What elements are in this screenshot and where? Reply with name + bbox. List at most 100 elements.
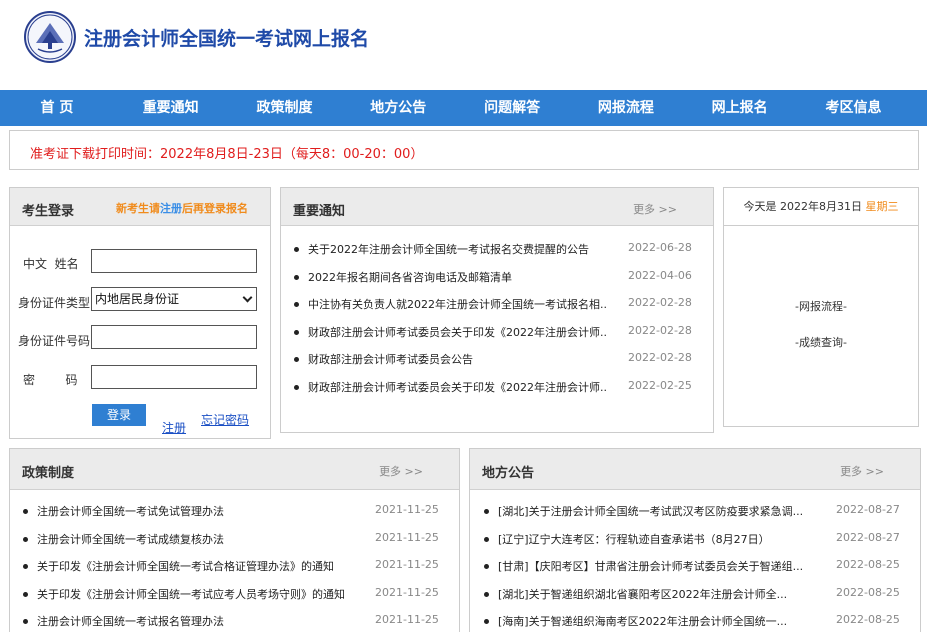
id-number-label: 身份证件号码 — [18, 334, 91, 348]
notice-bar: 准考证下载打印时间：2022年8月8日-23日（每天8：00-20：00） — [9, 130, 919, 170]
main-nav: 首 页 重要通知 政策制度 地方公告 问题解答 网报流程 网上报名 考区信息 — [0, 90, 927, 126]
list-item-date: 2022-06-28 — [628, 241, 692, 254]
nav-local-announcements[interactable]: 地方公告 — [341, 90, 455, 126]
list-item[interactable]: 关于2022年注册会计师全国统一考试报名交费提醒的公告 2022-06-28 — [281, 236, 713, 264]
bullet-icon — [23, 591, 28, 597]
nav-home[interactable]: 首 页 — [0, 90, 114, 126]
list-item-date: 2021-11-25 — [375, 613, 439, 626]
id-type-selected-value: 内地居民身份证 — [95, 292, 180, 306]
chevron-down-icon — [242, 292, 253, 303]
bullet-icon — [23, 564, 28, 569]
local-announcements-title: 地方公告 — [482, 466, 535, 481]
list-item[interactable]: 2022年报名期间各省咨询电话及邮箱清单 2022-04-06 — [281, 264, 713, 292]
list-item-date: 2022-08-25 — [836, 585, 900, 599]
list-item[interactable]: [甘肃]【庆阳考区】甘肃省注册会计师考试委员会关于智递组... 2022-08-2… — [470, 553, 920, 581]
password-input[interactable] — [91, 365, 257, 389]
list-item-title[interactable]: [海南]关于智递组织海南考区2022年注册会计师全国统一... — [498, 613, 808, 629]
policy-panel-header: 政策制度 更多 >> — [10, 449, 459, 490]
id-number-input[interactable] — [91, 325, 257, 349]
logo — [24, 11, 76, 63]
bullet-icon — [294, 247, 299, 252]
bullet-icon — [23, 509, 28, 514]
bullet-icon — [294, 384, 299, 390]
register-link[interactable]: 注册 — [162, 419, 186, 436]
bullet-icon — [484, 564, 489, 569]
list-item-title[interactable]: [辽宁]辽宁大连考区：行程轨迹自查承诺书（8月27日） — [498, 531, 808, 547]
registration-process-link[interactable]: -网报流程- — [724, 298, 918, 314]
register-hint-suffix: 后再登录报名 — [182, 202, 248, 215]
important-notices-more-link[interactable]: 更多 >> — [633, 201, 677, 217]
register-hint-link[interactable]: 注册 — [160, 202, 182, 215]
forgot-password-link[interactable]: 忘记密码 — [201, 411, 249, 428]
site-title: 注册会计师全国统一考试网上报名 — [84, 28, 370, 50]
list-item-title[interactable]: 注册会计师全国统一考试报名管理办法 — [37, 613, 357, 629]
list-item-title[interactable]: 关于2022年注册会计师全国统一考试报名交费提醒的公告 — [308, 241, 608, 257]
list-item-date: 2022-02-28 — [628, 323, 692, 337]
nav-faq[interactable]: 问题解答 — [455, 90, 569, 126]
bullet-icon — [23, 536, 28, 542]
list-item[interactable]: 财政部注册会计师考试委员会公告 2022-02-28 — [281, 346, 713, 374]
id-type-label: 身份证件类型 — [18, 296, 91, 310]
nav-exam-area-info[interactable]: 考区信息 — [797, 90, 911, 126]
bullet-icon — [294, 274, 299, 280]
login-panel-title: 考生登录 — [22, 204, 75, 219]
list-item[interactable]: [湖北]关于智递组织湖北省襄阳考区2022年注册会计师全... 2022-08-2… — [470, 581, 920, 609]
date-panel: 今天是 2022年8月31日 星期三 -网报流程- -成绩查询- — [723, 187, 919, 427]
list-item-title[interactable]: 2022年报名期间各省咨询电话及邮箱清单 — [308, 269, 608, 285]
list-item-date: 2022-08-25 — [836, 558, 900, 571]
list-item[interactable]: 注册会计师全国统一考试成绩复核办法 2021-11-25 — [10, 526, 459, 554]
list-item-date: 2022-02-28 — [628, 296, 692, 309]
nav-registration-process[interactable]: 网报流程 — [569, 90, 683, 126]
login-panel-header: 考生登录 新考生请注册后再登录报名 — [10, 188, 270, 226]
list-item-date: 2021-11-25 — [375, 585, 439, 599]
important-notices-header: 重要通知 更多 >> — [281, 188, 713, 226]
list-item-title[interactable]: 注册会计师全国统一考试免试管理办法 — [37, 503, 357, 519]
local-announcements-more-link[interactable]: 更多 >> — [840, 463, 884, 479]
list-item[interactable]: 关于印发《注册会计师全国统一考试合格证管理办法》的通知 2021-11-25 — [10, 553, 459, 581]
list-item[interactable]: [辽宁]辽宁大连考区：行程轨迹自查承诺书（8月27日） 2022-08-27 — [470, 526, 920, 554]
list-item-title[interactable]: 关于印发《注册会计师全国统一考试应考人员考场守则》的通知 — [37, 586, 357, 602]
name-input[interactable] — [91, 249, 257, 273]
local-announcements-list: [湖北]关于注册会计师全国统一考试武汉考区防疫要求紧急调... 2022-08-2… — [470, 498, 920, 632]
nav-policy[interactable]: 政策制度 — [228, 90, 342, 126]
local-announcements-panel: 地方公告 更多 >> [湖北]关于注册会计师全国统一考试武汉考区防疫要求紧急调.… — [469, 448, 921, 632]
bullet-icon — [294, 357, 299, 362]
nav-online-registration[interactable]: 网上报名 — [683, 90, 797, 126]
list-item[interactable]: 关于印发《注册会计师全国统一考试应考人员考场守则》的通知 2021-11-25 — [10, 581, 459, 609]
list-item[interactable]: [湖北]关于注册会计师全国统一考试武汉考区防疫要求紧急调... 2022-08-2… — [470, 498, 920, 526]
list-item[interactable]: 注册会计师全国统一考试报名管理办法 2021-11-25 — [10, 608, 459, 632]
list-item-title[interactable]: [甘肃]【庆阳考区】甘肃省注册会计师考试委员会关于智递组... — [498, 558, 808, 574]
list-item-title[interactable]: 注册会计师全国统一考试成绩复核办法 — [37, 531, 357, 547]
list-item[interactable]: 注册会计师全国统一考试免试管理办法 2021-11-25 — [10, 498, 459, 526]
list-item-date: 2022-02-28 — [628, 351, 692, 364]
list-item-date: 2021-11-25 — [375, 503, 439, 516]
list-item-title[interactable]: [湖北]关于注册会计师全国统一考试武汉考区防疫要求紧急调... — [498, 503, 808, 519]
list-item-title[interactable]: 中注协有关负责人就2022年注册会计师全国统一考试报名相... — [308, 296, 608, 312]
register-hint: 新考生请注册后再登录报名 — [116, 200, 248, 216]
list-item-title[interactable]: 财政部注册会计师考试委员会关于印发《2022年注册会计师... — [308, 324, 608, 340]
list-item-date: 2022-08-27 — [836, 530, 900, 544]
list-item-title[interactable]: [湖北]关于智递组织湖北省襄阳考区2022年注册会计师全... — [498, 586, 808, 602]
id-type-select[interactable]: 内地居民身份证 — [91, 287, 257, 311]
today-weekday: 星期三 — [865, 200, 899, 213]
bullet-icon — [484, 536, 489, 542]
list-item-date: 2022-04-06 — [628, 268, 692, 282]
score-query-link[interactable]: -成绩查询- — [724, 334, 918, 350]
list-item-title[interactable]: 财政部注册会计师考试委员会关于印发《2022年注册会计师... — [308, 379, 608, 395]
bullet-icon — [294, 329, 299, 335]
policy-panel: 政策制度 更多 >> 注册会计师全国统一考试免试管理办法 2021-11-25 注… — [9, 448, 460, 632]
list-item-date: 2021-11-25 — [375, 530, 439, 544]
site-header: 注册会计师全国统一考试网上报名 — [0, 0, 927, 90]
nav-important-notices[interactable]: 重要通知 — [114, 90, 228, 126]
list-item[interactable]: 财政部注册会计师考试委员会关于印发《2022年注册会计师... 2022-02-2… — [281, 319, 713, 347]
list-item-title[interactable]: 关于印发《注册会计师全国统一考试合格证管理办法》的通知 — [37, 558, 357, 574]
login-panel: 考生登录 新考生请注册后再登录报名 中文 姓名 身份证件类型 内地居民身份证 身… — [9, 187, 271, 439]
list-item[interactable]: 财政部注册会计师考试委员会关于印发《2022年注册会计师... 2022-02-2… — [281, 374, 713, 402]
list-item[interactable]: 中注协有关负责人就2022年注册会计师全国统一考试报名相... 2022-02-2… — [281, 291, 713, 319]
list-item-title[interactable]: 财政部注册会计师考试委员会公告 — [308, 351, 608, 367]
list-item-date: 2021-11-25 — [375, 558, 439, 571]
important-notices-list: 关于2022年注册会计师全国统一考试报名交费提醒的公告 2022-06-28 20… — [281, 236, 713, 401]
list-item[interactable]: [海南]关于智递组织海南考区2022年注册会计师全国统一... 2022-08-2… — [470, 608, 920, 632]
login-button[interactable]: 登录 — [92, 404, 146, 426]
policy-more-link[interactable]: 更多 >> — [379, 463, 423, 479]
